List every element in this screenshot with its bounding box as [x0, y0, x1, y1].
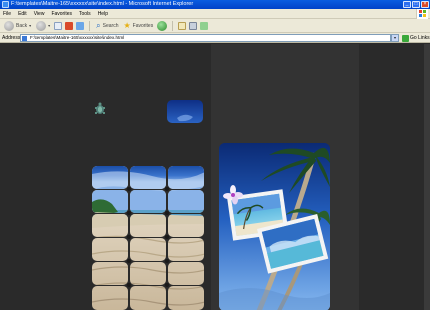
address-bar: Address F:\templates\Maitre-165\xxxxxx\s…: [0, 33, 430, 43]
gallery-tile-top[interactable]: [167, 100, 203, 123]
grid-node: [165, 235, 169, 239]
tile-grid: [92, 166, 205, 310]
minimize-button[interactable]: _: [403, 1, 411, 8]
menu-edit[interactable]: Edit: [18, 11, 27, 17]
search-icon: ⌕: [96, 20, 101, 30]
grid-node: [127, 283, 131, 287]
forward-arrow-icon: [36, 20, 47, 31]
grid-node: [165, 259, 169, 263]
windows-logo-icon: [416, 9, 428, 19]
vertical-scrollbar[interactable]: [424, 44, 430, 310]
stop-icon[interactable]: [54, 21, 63, 30]
photo-collage: [219, 143, 330, 310]
window-controls: _ □ ×: [403, 1, 429, 8]
toolbar-separator: [172, 20, 174, 31]
grid-node: [127, 211, 131, 215]
forward-button[interactable]: ▾: [35, 20, 51, 31]
star-icon: ★: [123, 21, 131, 30]
menu-file[interactable]: File: [3, 11, 11, 17]
chevron-down-icon: ▾: [29, 23, 32, 28]
grid-node: [127, 235, 131, 239]
close-button[interactable]: ×: [421, 1, 429, 8]
chevron-down-icon: ▾: [48, 23, 51, 28]
links-button[interactable]: Links: [418, 34, 430, 42]
page-icon: [22, 36, 27, 41]
menu-tools[interactable]: Tools: [79, 11, 91, 17]
print-icon[interactable]: [189, 21, 198, 30]
back-button[interactable]: Back ▾: [3, 20, 32, 31]
search-button[interactable]: ⌕ Search: [95, 20, 119, 31]
menu-favorites[interactable]: Favorites: [51, 11, 72, 17]
palm-sky-image: [219, 143, 330, 310]
grid-node: [127, 187, 131, 191]
back-arrow-icon: [4, 20, 14, 31]
address-input[interactable]: F:\templates\Maitre-165\xxxxxx\site\inde…: [20, 34, 391, 42]
home-icon[interactable]: [76, 21, 85, 30]
title-bar: F:\templates\Maitre-165\xxxxxx\site\inde…: [0, 0, 430, 9]
address-label: Address: [2, 34, 21, 41]
search-label: Search: [102, 22, 119, 29]
grid-node: [165, 187, 169, 191]
page-content: [0, 44, 430, 310]
menu-view[interactable]: View: [34, 11, 45, 17]
go-label: Go: [410, 35, 417, 41]
ie-icon: [2, 1, 9, 8]
refresh-icon[interactable]: [65, 21, 74, 30]
window-title: F:\templates\Maitre-165\xxxxxx\site\inde…: [11, 1, 194, 7]
mail-icon[interactable]: [178, 21, 187, 30]
favorites-label: Favorites: [132, 22, 154, 29]
beach-image: [92, 166, 204, 310]
address-dropdown-button[interactable]: ▾: [391, 34, 399, 42]
history-icon[interactable]: [157, 20, 168, 31]
grid-node: [165, 211, 169, 215]
maximize-button[interactable]: □: [412, 1, 420, 8]
go-arrow-icon: [402, 34, 409, 42]
grid-node: [165, 283, 169, 287]
menu-help[interactable]: Help: [98, 11, 108, 17]
toolbar: Back ▾ ▾ ⌕ Search ★ Favorites: [0, 19, 430, 33]
turtle-logo-icon: [95, 102, 105, 114]
back-label: Back: [16, 22, 28, 29]
address-value: F:\templates\Maitre-165\xxxxxx\site\inde…: [30, 35, 125, 40]
favorites-button[interactable]: ★ Favorites: [122, 20, 154, 31]
messenger-icon[interactable]: [200, 21, 209, 30]
grid-node: [127, 259, 131, 263]
toolbar-separator: [89, 20, 91, 31]
menu-bar: File Edit View Favorites Tools Help: [0, 9, 430, 19]
go-button[interactable]: Go: [402, 34, 417, 42]
